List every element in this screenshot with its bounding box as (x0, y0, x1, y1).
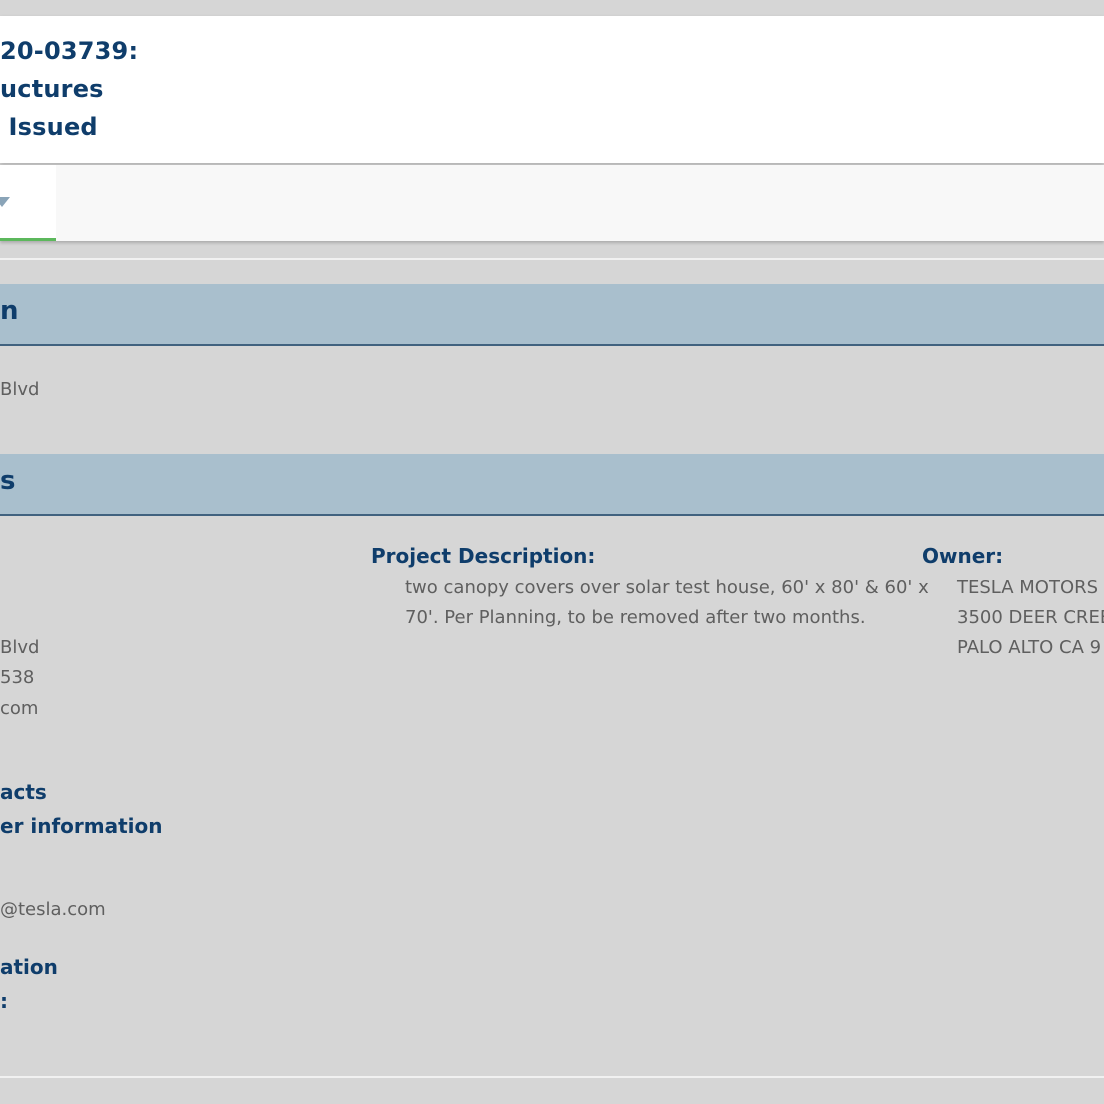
owner-city: PALO ALTO CA 9 (957, 637, 1102, 658)
location-address: Blvd (0, 379, 40, 400)
permit-header-card: 20-03739: uctures Issued (0, 16, 1104, 163)
more-information-link[interactable]: er information (0, 814, 163, 838)
chevron-down-icon (0, 197, 10, 207)
permit-number-title: 20-03739: (0, 37, 139, 65)
project-description-label: Project Description: (371, 544, 596, 568)
section-location-title: n (0, 296, 19, 326)
section-details-title: s (0, 466, 16, 496)
tab-strip (0, 165, 1104, 241)
field-label: : (0, 989, 8, 1013)
section-location-header[interactable]: n (0, 284, 1104, 346)
location-info-label: ation (0, 955, 58, 979)
applicant-address: Blvd (0, 637, 40, 658)
owner-label: Owner: (922, 544, 1004, 568)
divider (0, 258, 1104, 260)
contact-email[interactable]: @tesla.com (0, 899, 106, 920)
applicant-email[interactable]: com (0, 698, 38, 719)
project-description-line-1: two canopy covers over solar test house,… (405, 577, 929, 598)
owner-street: 3500 DEER CREE (957, 607, 1104, 628)
applicant-phone: 538 (0, 667, 35, 688)
view-contacts-link[interactable]: acts (0, 780, 47, 804)
permit-status-title: Issued (0, 113, 98, 141)
owner-name: TESLA MOTORS (957, 577, 1099, 598)
section-details-header[interactable]: s (0, 454, 1104, 516)
tab-active[interactable] (0, 165, 56, 241)
permit-type-title: uctures (0, 75, 104, 103)
project-description-line-2: 70'. Per Planning, to be removed after t… (405, 607, 866, 628)
divider-bottom (0, 1076, 1104, 1078)
